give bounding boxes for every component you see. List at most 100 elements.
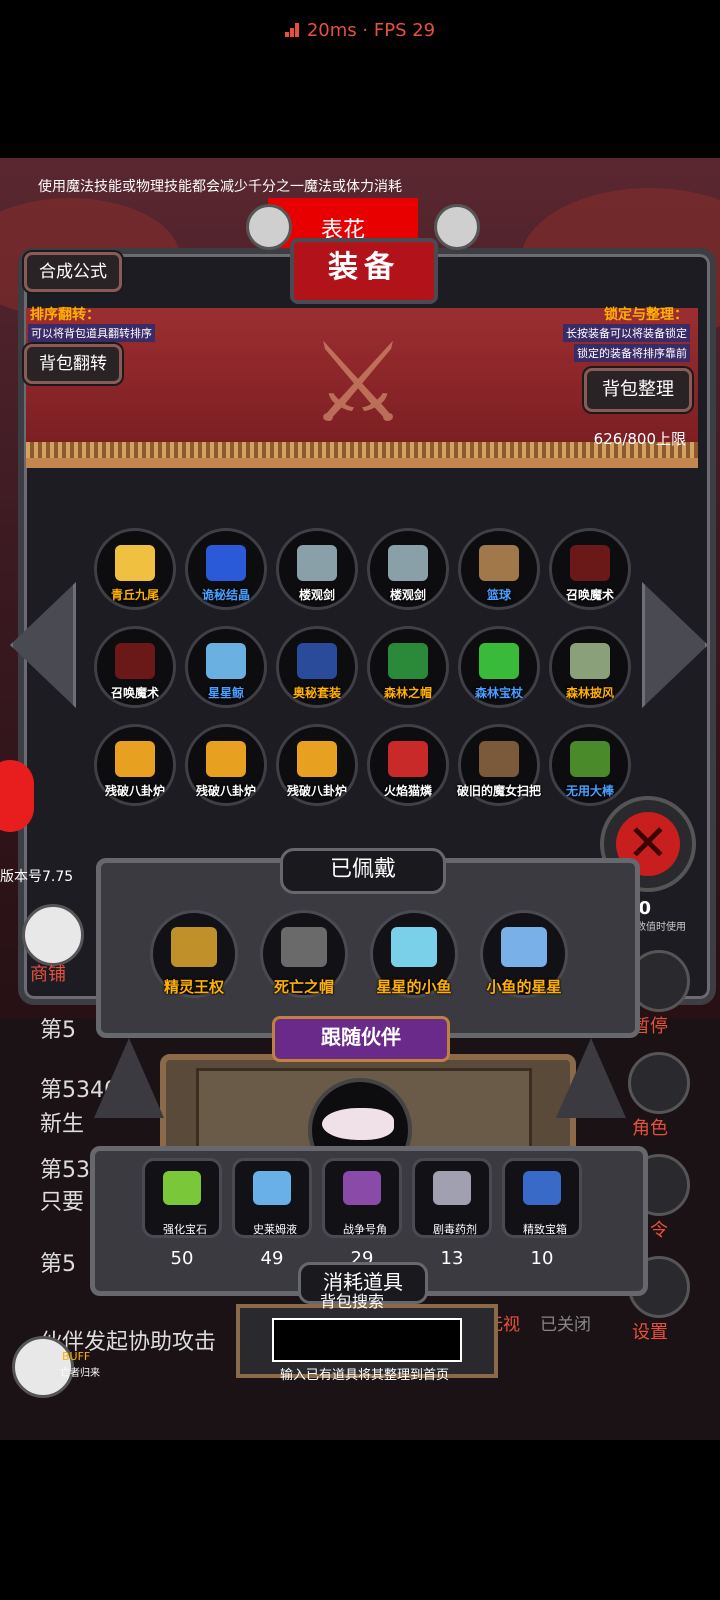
equipped-slot[interactable]: 精灵王权 [150, 910, 238, 998]
equipped-slot[interactable]: 小鱼的星星 [480, 910, 568, 998]
consumable-slot[interactable]: 史莱姆液 [232, 1158, 312, 1238]
skull-ornament-icon [246, 204, 292, 250]
inventory-slot[interactable]: 青丘九尾 [94, 528, 176, 610]
equipped-item-icon [281, 927, 327, 967]
item-label: 无用大棒 [565, 784, 614, 798]
inventory-slot[interactable]: 森林宝杖 [458, 626, 540, 708]
inventory-slot[interactable]: 楼观剑 [367, 528, 449, 610]
sort-section-desc: 可以将背包道具翻转排序 [28, 324, 155, 342]
consumable-icon [163, 1171, 201, 1205]
item-icon [479, 741, 519, 777]
consumable-slot[interactable]: 精致宝箱 [502, 1158, 582, 1238]
item-icon [388, 741, 428, 777]
organize-inventory-button[interactable]: 背包整理 [584, 368, 692, 412]
equipped-item-label: 精灵王权 [163, 978, 224, 996]
item-label: 森林之帽 [383, 686, 432, 700]
consumable-item[interactable]: 史莱姆液 49 [232, 1158, 312, 1278]
settings-label[interactable]: 设置 [632, 1318, 668, 1344]
inventory-slot[interactable]: 楼观剑 [276, 528, 358, 610]
partner-title: 跟随伙伴 [272, 1016, 450, 1062]
inventory-slot[interactable]: 星星鲸 [185, 626, 267, 708]
item-icon [297, 643, 337, 679]
equipped-item-label: 小鱼的星星 [486, 978, 562, 996]
search-title: 背包搜索 [320, 1292, 385, 1311]
consumable-icon [433, 1171, 471, 1205]
item-icon [570, 741, 610, 777]
consumable-item[interactable]: 剧毒药剂 13 [412, 1158, 492, 1278]
inventory-grid: 青丘九尾 诡秘结晶 楼观剑 楼观剑 篮球 召唤魔术 召唤魔术 星星鲸 奥秘套装 森林之帽 森林宝杖森… [94, 528, 634, 828]
equipped-slot[interactable]: 死亡之帽 [260, 910, 348, 998]
item-label: 篮球 [486, 588, 511, 602]
consumable-label: 精致宝箱 [523, 1223, 567, 1236]
consumable-label: 战争号角 [343, 1223, 387, 1236]
item-icon [388, 545, 428, 581]
equipped-item-icon [171, 927, 217, 967]
shop-label[interactable]: 商铺 [30, 960, 66, 986]
item-icon [479, 545, 519, 581]
closed-toggle[interactable]: 已关闭 [540, 1310, 591, 1335]
buff-sub-label: 亡者归来 [60, 1368, 100, 1379]
consumable-label: 剧毒药剂 [433, 1223, 477, 1236]
consumable-label: 强化宝石 [163, 1223, 207, 1236]
item-icon [479, 643, 519, 679]
item-icon [115, 741, 155, 777]
inventory-slot[interactable]: 火焰猫燐 [367, 724, 449, 806]
inventory-slot[interactable]: 森林之帽 [367, 626, 449, 708]
consumable-item[interactable]: 战争号角 29 [322, 1158, 402, 1278]
log-line: 第5 [40, 1018, 76, 1043]
equipped-item-label: 死亡之帽 [273, 978, 334, 996]
consumable-label: 史莱姆液 [253, 1223, 297, 1236]
lock-section-line1: 长按装备可以将装备锁定 [563, 324, 690, 342]
consumable-icon [253, 1171, 291, 1205]
shop-icon[interactable] [22, 904, 84, 966]
item-label: 残破八卦炉 [195, 784, 256, 798]
consumable-slot[interactable]: 强化宝石 [142, 1158, 222, 1238]
lock-section-line2: 锁定的装备将排序靠前 [574, 344, 690, 362]
item-icon [297, 545, 337, 581]
item-icon [206, 741, 246, 777]
inventory-slot[interactable]: 召唤魔术 [549, 528, 631, 610]
consumable-item[interactable]: 强化宝石 50 [142, 1158, 222, 1278]
item-label: 召唤魔术 [565, 588, 614, 602]
inventory-slot[interactable]: 召唤魔术 [94, 626, 176, 708]
consumable-slot[interactable]: 剧毒药剂 [412, 1158, 492, 1238]
game-screen: 使用魔法技能或物理技能都会减少千分之一魔法或体力消耗 ⚔ 表花 装备 合成公式 … [0, 158, 720, 1440]
consumable-item[interactable]: 精致宝箱 10 [502, 1158, 582, 1278]
flip-inventory-button[interactable]: 背包翻转 [24, 344, 122, 384]
inventory-slot[interactable]: 残破八卦炉 [94, 724, 176, 806]
role-label[interactable]: 角色 [632, 1114, 668, 1140]
user-avatar-icon[interactable] [0, 760, 34, 832]
inventory-slot[interactable]: 无用大棒 [549, 724, 631, 806]
inventory-slot[interactable]: 残破八卦炉 [185, 724, 267, 806]
sort-section-title: 排序翻转： [30, 307, 100, 323]
network-status: 20ms · FPS 29 [0, 20, 720, 41]
inventory-slot[interactable]: 森林披风 [549, 626, 631, 708]
consumable-count: 50 [170, 1248, 194, 1269]
inventory-slot[interactable]: 奥秘套装 [276, 626, 358, 708]
character-icon[interactable] [628, 1052, 690, 1114]
signal-icon [284, 23, 301, 37]
item-label: 青丘九尾 [110, 588, 159, 602]
inventory-slot[interactable]: 残破八卦炉 [276, 724, 358, 806]
equipped-slot[interactable]: 星星的小鱼 [370, 910, 458, 998]
item-label: 火焰猫燐 [383, 784, 432, 798]
item-icon [388, 643, 428, 679]
item-icon [570, 643, 610, 679]
inventory-slot[interactable]: 篮球 [458, 528, 540, 610]
item-label: 楼观剑 [389, 588, 426, 602]
craft-formula-button[interactable]: 合成公式 [24, 252, 122, 292]
inventory-slot[interactable]: 破旧的魔女扫把 [457, 724, 541, 806]
item-icon [297, 741, 337, 777]
inventory-search-input[interactable] [272, 1318, 462, 1362]
lock-section-title: 锁定与整理： [604, 307, 688, 323]
inventory-slot[interactable]: 诡秘结晶 [185, 528, 267, 610]
equipped-item-label: 星星的小鱼 [376, 978, 452, 996]
item-label: 诡秘结晶 [201, 588, 250, 602]
crossed-swords-emblem-icon: ⚔ [308, 319, 408, 447]
item-label: 星星鲸 [207, 686, 244, 700]
item-label: 奥秘套装 [292, 686, 341, 700]
consumable-slot[interactable]: 战争号角 [322, 1158, 402, 1238]
version-label: 版本号7.75 [0, 869, 74, 885]
buff-label: BUFF [62, 1350, 91, 1363]
log-line: 第53 [40, 1158, 90, 1183]
